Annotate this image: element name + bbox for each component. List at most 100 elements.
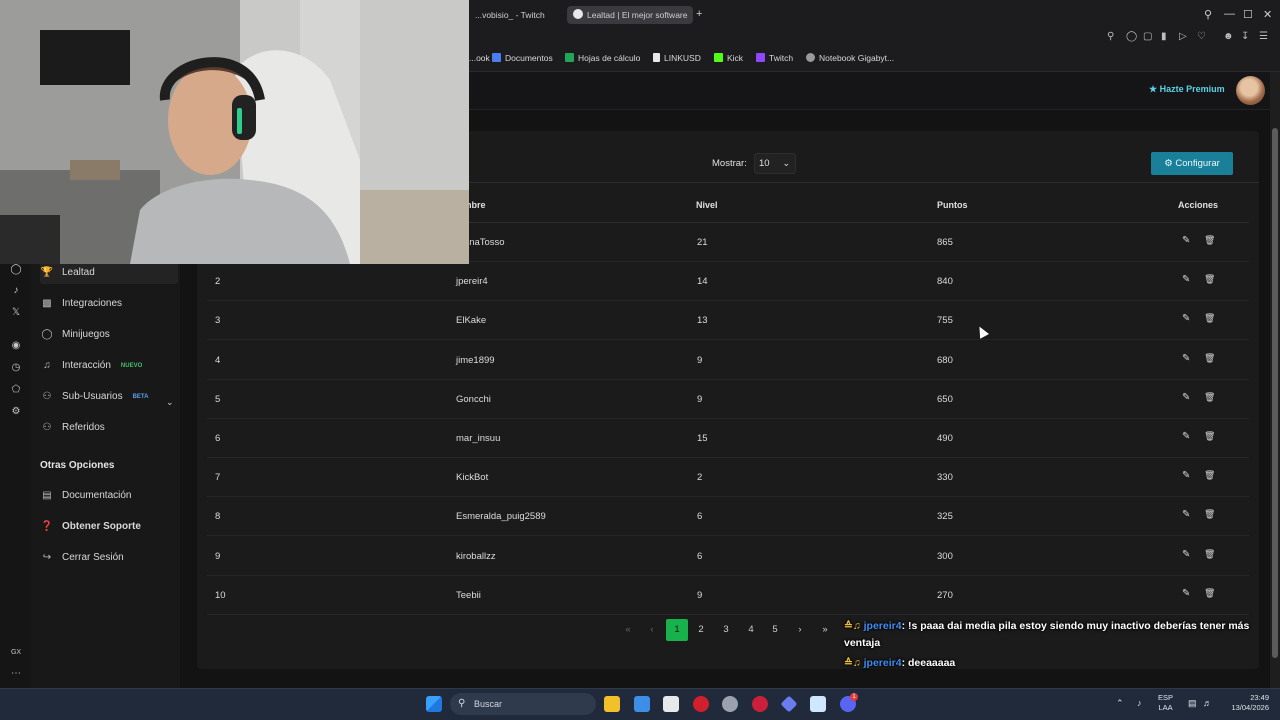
chevron-down-icon[interactable]: ⌄ (166, 397, 174, 408)
photos-icon[interactable] (634, 696, 650, 712)
sidebar-item-integraciones[interactable]: ▩ Integraciones (40, 293, 178, 315)
x-icon[interactable]: 𝕏 (10, 307, 22, 318)
edit-icon[interactable]: ✎ (1182, 313, 1190, 324)
delete-icon[interactable]: 🗑 (1204, 274, 1215, 285)
maximize-icon[interactable]: ☐ (1243, 8, 1253, 21)
volume-icon[interactable]: ♬ (1203, 698, 1212, 708)
edit-icon[interactable]: ✎ (1182, 353, 1190, 364)
sidebar-item-lealtad[interactable]: 🏆 Lealtad (40, 262, 178, 284)
edit-icon[interactable]: ✎ (1182, 470, 1190, 481)
account-icon[interactable]: ☻ (1223, 31, 1234, 42)
bookmark-twitch[interactable]: Twitch (756, 53, 793, 63)
snipping-icon[interactable] (663, 696, 679, 712)
microphone-icon[interactable]: ♪ (1137, 698, 1142, 708)
edit-icon[interactable]: ✎ (1182, 549, 1190, 560)
tiktok-icon[interactable]: ♪ (10, 285, 22, 296)
delete-icon[interactable]: 🗑 (1204, 549, 1215, 560)
level-cell: 9 (697, 393, 703, 405)
windows-start-icon[interactable] (426, 696, 442, 712)
name-cell: jpereir4 (456, 276, 488, 288)
opera-gx-icon[interactable] (693, 696, 709, 712)
player-icon[interactable]: ◉ (10, 340, 22, 351)
new-tab-button[interactable]: + (696, 8, 702, 20)
extensions-icon[interactable]: ⬠ (10, 384, 22, 395)
prev-page-button[interactable]: ‹ (645, 619, 659, 641)
avatar[interactable] (1236, 76, 1265, 105)
language-indicator[interactable]: ESP LAA (1158, 693, 1173, 713)
close-icon[interactable]: ✕ (1263, 8, 1272, 21)
sidebar-item-referidos[interactable]: ⚇ Referidos (40, 417, 178, 439)
file-explorer-icon[interactable] (604, 696, 620, 712)
bookmark-gigabyte[interactable]: Notebook Gigabyt... (806, 53, 894, 63)
level-cell: 21 (697, 237, 708, 248)
edit-icon[interactable]: ✎ (1182, 274, 1190, 285)
notepad-icon[interactable] (810, 696, 826, 712)
screenshot-icon[interactable]: ▢ (1143, 31, 1152, 42)
edit-icon[interactable]: ✎ (1182, 509, 1190, 520)
delete-icon[interactable]: 🗑 (1204, 353, 1215, 364)
delete-icon[interactable]: 🗑 (1204, 470, 1215, 481)
taskbar-search[interactable]: ⚲ Buscar (450, 693, 596, 715)
next-page-button[interactable]: › (793, 619, 807, 641)
page-button-3[interactable]: 3 (719, 619, 733, 641)
instagram-icon[interactable]: ◯ (10, 264, 22, 275)
gx-icon[interactable]: GX (10, 649, 22, 656)
bookmark-hojas[interactable]: Hojas de cálculo (565, 53, 640, 63)
column-header-points[interactable]: Puntos (937, 200, 968, 210)
level-cell: 6 (697, 511, 703, 523)
delete-icon[interactable]: 🗑 (1204, 313, 1215, 324)
new-tab-label: + (696, 8, 703, 20)
sidebar-item-soporte[interactable]: ❓ Obtener Soporte (40, 516, 178, 538)
sidebar-item-cerrar-sesion[interactable]: ↪ Cerrar Sesión (40, 547, 178, 569)
page-button-4[interactable]: 4 (744, 619, 758, 641)
page-button-1[interactable]: 1 (666, 619, 688, 641)
page-button-5[interactable]: 5 (768, 619, 782, 641)
settings-icon[interactable]: ⚙ (10, 406, 22, 417)
clock[interactable]: 23:49 13/04/2026 (1225, 693, 1269, 713)
steam-icon[interactable] (722, 696, 738, 712)
delete-icon[interactable]: 🗑 (1204, 509, 1215, 520)
tab-lealtad[interactable]: Lealtad | El mejor software (567, 6, 693, 24)
bookmark-kick[interactable]: Kick (714, 53, 743, 63)
page-size-select[interactable]: 10 ⌄ (754, 153, 796, 174)
edit-icon[interactable]: ✎ (1182, 392, 1190, 403)
bookmark-documentos[interactable]: Documentos (492, 53, 553, 63)
page-button-2[interactable]: 2 (694, 619, 708, 641)
sidebar-item-minijuegos[interactable]: ◯ Minijuegos (40, 324, 178, 346)
sidebar-item-documentacion[interactable]: ▤ Documentación (40, 485, 178, 507)
sidebar-item-interaccion[interactable]: ♫ Interacción NUEVO (40, 355, 178, 377)
heart-icon[interactable]: ♡ (1197, 31, 1206, 42)
delete-icon[interactable]: 🗑 (1204, 235, 1215, 246)
scrollbar-thumb[interactable] (1272, 128, 1278, 658)
sidebar-item-sub-usuarios[interactable]: ⚇ Sub-Usuarios BETA (40, 386, 178, 408)
column-header-level[interactable]: Nivel (696, 200, 718, 210)
wifi-icon[interactable]: ▤ (1188, 698, 1197, 708)
edit-icon[interactable]: ✎ (1182, 431, 1190, 442)
minimize-icon[interactable]: — (1224, 8, 1235, 20)
show-label: Mostrar: (712, 158, 747, 169)
delete-icon[interactable]: 🗑 (1204, 392, 1215, 403)
tab-twitch[interactable]: ...vobisio_ - Twitch (469, 6, 565, 24)
premium-label: Hazte Premium (1159, 84, 1225, 94)
edit-icon[interactable]: ✎ (1182, 235, 1190, 246)
edit-icon[interactable]: ✎ (1182, 588, 1190, 599)
zoom-icon[interactable]: ⚲ (1107, 31, 1114, 42)
more-icon[interactable]: ⋯ (10, 668, 22, 679)
play-icon[interactable]: ▷ (1179, 31, 1187, 42)
pin-icon[interactable]: ◯ (1126, 31, 1137, 42)
delete-icon[interactable]: 🗑 (1204, 431, 1215, 442)
last-page-button[interactable]: » (817, 619, 833, 641)
first-page-button[interactable]: « (620, 619, 636, 641)
delete-icon[interactable]: 🗑 (1204, 588, 1215, 599)
bookmark-item[interactable]: ...ook (469, 53, 490, 63)
bookmark-linkusd[interactable]: LINKUSD (653, 53, 701, 63)
configure-button[interactable]: ⚙ Configurar (1151, 152, 1233, 175)
search-tabs-icon[interactable]: ⚲ (1204, 8, 1212, 21)
shield-icon[interactable]: ▮ (1161, 31, 1167, 42)
premium-link[interactable]: ★ Hazte Premium (1149, 84, 1225, 95)
tray-chevron-icon[interactable]: ⌃ (1116, 698, 1124, 708)
streaming-app-icon[interactable] (752, 696, 768, 712)
download-icon[interactable]: ↧ (1241, 31, 1249, 42)
menu-icon[interactable]: ☰ (1259, 31, 1268, 42)
history-icon[interactable]: ◷ (10, 362, 22, 373)
